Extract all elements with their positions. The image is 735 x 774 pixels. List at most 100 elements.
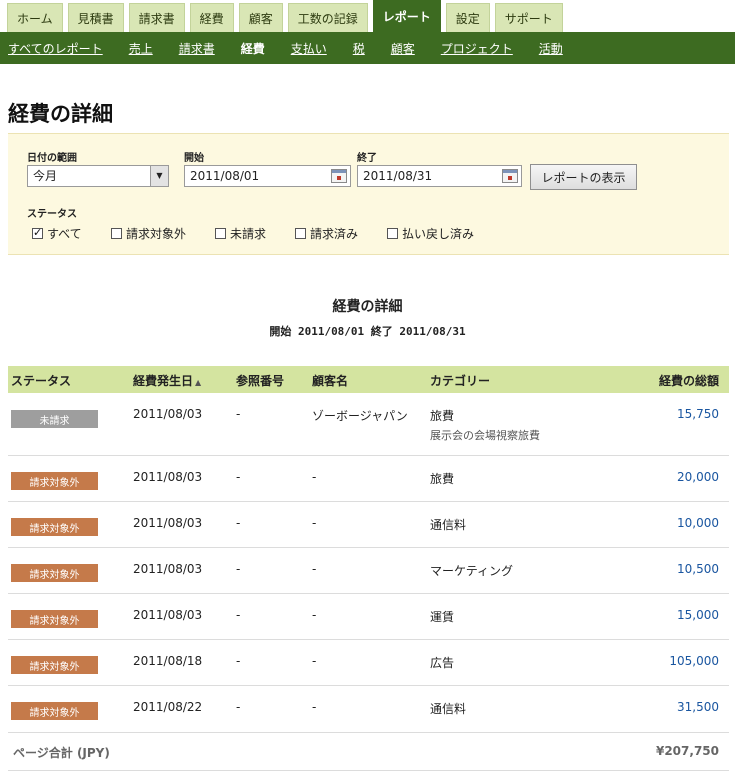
col-category[interactable]: カテゴリー: [430, 372, 490, 389]
status-all-option[interactable]: すべて: [32, 225, 82, 242]
table-row[interactable]: 未請求 2011/08/03 - ゾーボージャパン 旅費 展示会の会場視察旅費 …: [8, 393, 729, 456]
row-reference: -: [236, 470, 241, 484]
table-row[interactable]: 請求対象外 2011/08/22 - - 通信料 31,500: [8, 686, 729, 733]
row-client: -: [312, 700, 317, 714]
end-date-value: 2011/08/31: [363, 169, 433, 183]
subnav-tax[interactable]: 税: [353, 40, 365, 57]
row-category: 運賃: [430, 610, 455, 624]
report-title: 経費の詳細: [332, 299, 403, 315]
status-unbilled-label: 未請求: [230, 227, 267, 241]
table-header: ステータス 経費発生日 ▲ 参照番号 顧客名 カテゴリー 経費の総額: [8, 366, 729, 393]
page-total-label: ページ合計 (JPY): [13, 746, 110, 760]
tab-home[interactable]: ホーム: [7, 3, 63, 32]
calendar-icon[interactable]: [502, 169, 518, 183]
row-category: 旅費: [430, 472, 455, 486]
row-amount-link[interactable]: 10,500: [677, 562, 719, 576]
page-title: 経費の詳細: [8, 102, 113, 126]
start-date-field[interactable]: 2011/08/01: [184, 165, 351, 187]
row-category: 通信料: [430, 702, 467, 716]
status-billed-label: 請求済み: [310, 227, 359, 241]
start-date-value: 2011/08/01: [190, 169, 260, 183]
status-all-checkbox[interactable]: [32, 226, 43, 239]
row-date: 2011/08/03: [133, 470, 203, 484]
col-amount[interactable]: 経費の総額: [659, 372, 719, 389]
status-reimbursed-checkbox[interactable]: [387, 228, 398, 239]
calendar-icon[interactable]: [331, 169, 347, 183]
report-subnav: すべてのレポート 売上 請求書 経費 支払い 税 顧客 プロジェクト 活動: [0, 32, 735, 64]
row-reference: -: [236, 562, 241, 576]
row-note: 展示会の会場視察旅費: [430, 429, 540, 442]
status-nonbillable-option[interactable]: 請求対象外: [111, 225, 186, 242]
status-unbilled-checkbox[interactable]: [215, 228, 226, 239]
status-billed-checkbox[interactable]: [295, 228, 306, 239]
row-date: 2011/08/18: [133, 654, 203, 668]
row-category: 広告: [430, 656, 455, 670]
subnav-all-reports[interactable]: すべてのレポート: [8, 40, 103, 57]
subnav-payments[interactable]: 支払い: [291, 40, 327, 57]
table-row[interactable]: 請求対象外 2011/08/03 - - 運賃 15,000: [8, 594, 729, 640]
subnav-activities[interactable]: 活動: [539, 40, 563, 57]
row-reference: -: [236, 654, 241, 668]
status-reimbursed-option[interactable]: 払い戻し済み: [387, 225, 474, 242]
status-badge: 請求対象外: [11, 610, 98, 628]
status-badge: 未請求: [11, 410, 98, 428]
tab-settings[interactable]: 設定: [445, 3, 490, 32]
col-date[interactable]: 経費発生日 ▲: [133, 372, 201, 389]
col-reference[interactable]: 参照番号: [236, 372, 284, 389]
subnav-invoices[interactable]: 請求書: [179, 40, 215, 57]
report-date-range: 開始 2011/08/01 終了 2011/08/31: [269, 325, 466, 338]
status-billed-option[interactable]: 請求済み: [295, 225, 358, 242]
tab-estimates[interactable]: 見積書: [67, 3, 124, 32]
row-category: 旅費: [430, 409, 455, 423]
row-client: -: [312, 470, 317, 484]
main-tabs: ホーム 見積書 請求書 経費 顧客 工数の記録 レポート 設定 サポート: [0, 0, 735, 32]
col-status[interactable]: ステータス: [11, 372, 71, 389]
status-reimbursed-label: 払い戻し済み: [402, 227, 475, 241]
end-date-label: 終了: [357, 153, 377, 164]
tab-expenses[interactable]: 経費: [189, 3, 234, 32]
row-date: 2011/08/03: [133, 562, 203, 576]
row-reference: -: [236, 407, 241, 421]
row-date: 2011/08/22: [133, 700, 203, 714]
subnav-sales[interactable]: 売上: [129, 40, 153, 57]
row-amount-link[interactable]: 105,000: [669, 654, 719, 668]
tab-reports[interactable]: レポート: [372, 0, 441, 32]
status-badge: 請求対象外: [11, 564, 98, 582]
status-unbilled-option[interactable]: 未請求: [215, 225, 266, 242]
row-amount-link[interactable]: 10,000: [677, 516, 719, 530]
date-range-value: 今月: [33, 169, 58, 183]
tab-support[interactable]: サポート: [494, 3, 563, 32]
subnav-projects[interactable]: プロジェクト: [441, 40, 513, 57]
chevron-down-icon[interactable]: ▼: [150, 166, 168, 186]
table-row[interactable]: 請求対象外 2011/08/03 - - 旅費 20,000: [8, 456, 729, 502]
status-nonbillable-checkbox[interactable]: [111, 228, 122, 239]
row-amount-link[interactable]: 15,000: [677, 608, 719, 622]
status-badge: 請求対象外: [11, 702, 98, 720]
status-badge: 請求対象外: [11, 518, 98, 536]
sort-asc-icon: ▲: [195, 378, 202, 387]
row-client: -: [312, 654, 317, 668]
table-row[interactable]: 請求対象外 2011/08/03 - - 通信料 10,000: [8, 502, 729, 548]
row-date: 2011/08/03: [133, 407, 203, 421]
col-date-label: 経費発生日: [133, 374, 194, 388]
table-row[interactable]: 請求対象外 2011/08/18 - - 広告 105,000: [8, 640, 729, 686]
date-range-select[interactable]: 今月 ▼: [27, 165, 169, 187]
tab-clients[interactable]: 顧客: [238, 3, 283, 32]
table-row[interactable]: 請求対象外 2011/08/03 - - マーケティング 10,500: [8, 548, 729, 594]
row-amount-link[interactable]: 20,000: [677, 470, 719, 484]
row-amount-link[interactable]: 15,750: [677, 407, 719, 421]
status-all-label: すべて: [47, 227, 82, 241]
tab-timesheets[interactable]: 工数の記録: [287, 3, 368, 32]
row-reference: -: [236, 608, 241, 622]
tab-invoices[interactable]: 請求書: [128, 3, 185, 32]
col-client[interactable]: 顧客名: [312, 372, 348, 389]
row-amount-link[interactable]: 31,500: [677, 700, 719, 714]
date-range-label: 日付の範囲: [27, 153, 77, 164]
row-client: -: [312, 608, 317, 622]
status-nonbillable-label: 請求対象外: [126, 227, 187, 241]
status-label: ステータス: [27, 209, 77, 220]
subnav-expenses[interactable]: 経費: [241, 40, 265, 57]
end-date-field[interactable]: 2011/08/31: [357, 165, 522, 187]
show-report-button[interactable]: レポートの表示: [530, 164, 637, 190]
subnav-clients[interactable]: 顧客: [391, 40, 415, 57]
